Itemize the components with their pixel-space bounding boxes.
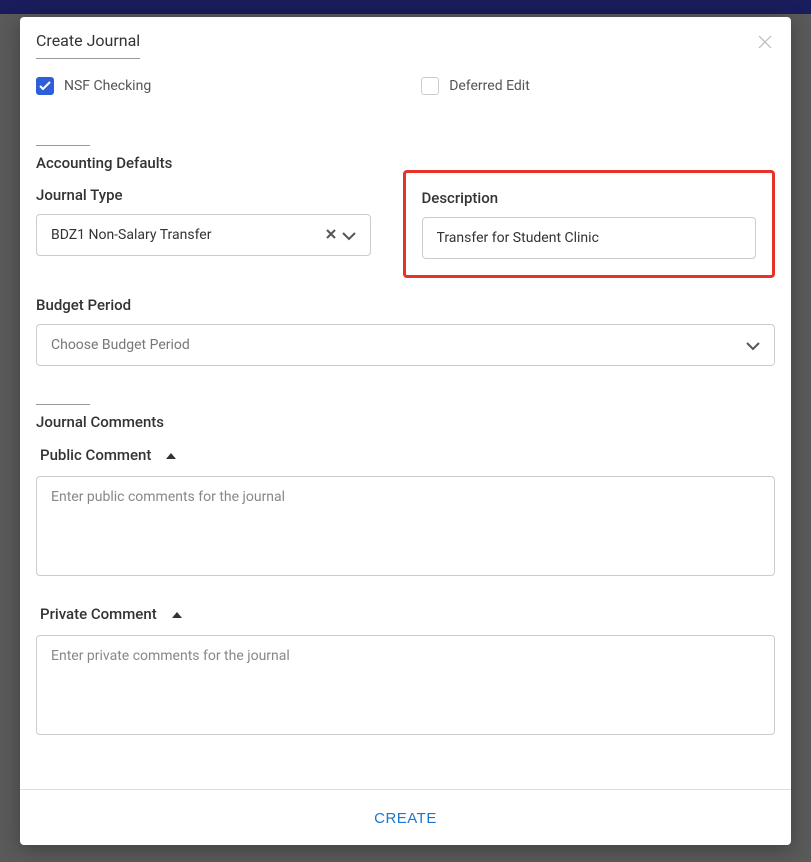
journal-type-value: BDZ1 Non-Salary Transfer [51,227,326,243]
public-comment-label: Public Comment [40,446,151,464]
modal-body: NSF Checking Deferred Edit Accounting De… [20,67,791,789]
nsf-checkbox[interactable] [36,77,54,95]
section-divider [36,145,90,146]
modal-header: Create Journal [20,17,791,67]
private-comment-header: Private Comment [36,604,775,623]
checkbox-row: NSF Checking Deferred Edit [36,77,775,95]
caret-up-icon[interactable] [165,445,177,464]
public-comment-textarea[interactable] [36,476,775,576]
budget-period-group: Budget Period Choose Budget Period [36,296,775,366]
public-comment-header: Public Comment [36,445,775,464]
journal-comments-title: Journal Comments [36,413,775,431]
deferred-checkbox[interactable] [421,77,439,95]
modal-footer: CREATE [20,789,791,845]
top-bar [0,0,811,14]
create-button[interactable]: CREATE [374,810,437,827]
budget-period-placeholder: Choose Budget Period [51,337,746,353]
clear-icon[interactable] [326,228,336,243]
journal-type-select[interactable]: BDZ1 Non-Salary Transfer [36,214,371,256]
section-divider [36,404,90,405]
description-label: Description [422,189,757,207]
deferred-edit-item: Deferred Edit [421,77,530,95]
form-row-2: Budget Period Choose Budget Period [36,296,775,366]
caret-up-icon[interactable] [171,604,183,623]
select-icons [326,226,356,245]
description-input[interactable] [422,217,757,259]
description-group-highlighted: Description [403,170,776,278]
nsf-label: NSF Checking [64,78,151,94]
deferred-label: Deferred Edit [449,78,530,94]
form-row-1: Journal Type BDZ1 Non-Salary Transfer [36,186,775,278]
journal-type-group: Journal Type BDZ1 Non-Salary Transfer [36,186,371,278]
close-icon[interactable] [755,31,775,57]
budget-period-label: Budget Period [36,296,775,314]
private-comment-label: Private Comment [40,605,157,623]
journal-type-label: Journal Type [36,186,371,204]
budget-period-select[interactable]: Choose Budget Period [36,324,775,366]
select-icons [746,336,760,355]
chevron-down-icon[interactable] [342,226,356,245]
nsf-checking-item: NSF Checking [36,77,151,95]
modal-title: Create Journal [36,31,140,59]
chevron-down-icon[interactable] [746,336,760,355]
create-journal-modal: Create Journal NSF Checking Deferred Edi… [20,17,791,845]
private-comment-textarea[interactable] [36,635,775,735]
